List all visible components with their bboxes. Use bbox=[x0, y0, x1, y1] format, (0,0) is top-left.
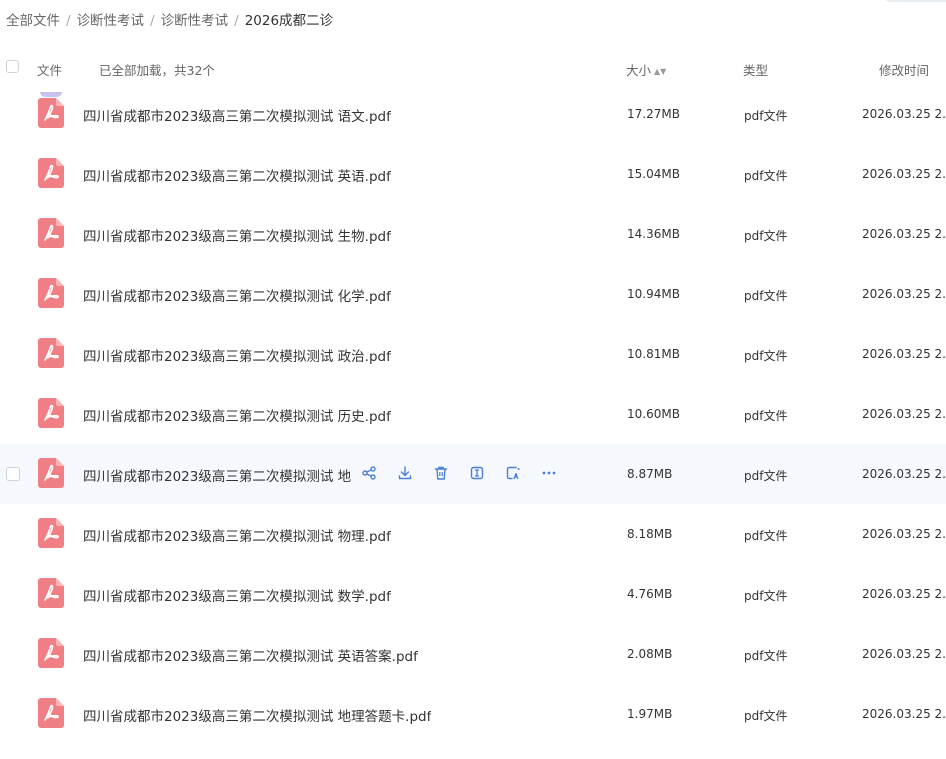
file-row[interactable]: 四川省成都市2023级高三第二次模拟测试 数学.pdf 4.76MB pdf文件 20… bbox=[0, 564, 946, 624]
file-row[interactable]: 四川省成都市2023级高三第二次模拟测试 历史.pdf 10.60MB pdf文件 2… bbox=[0, 384, 946, 444]
pdf-file-icon[interactable] bbox=[38, 638, 64, 668]
modified-column-header[interactable]: 修改时间 bbox=[879, 60, 929, 79]
pdf-file-icon[interactable] bbox=[38, 278, 64, 308]
file-name[interactable]: 四川省成都市2023级高三第二次模拟测试 数学.pdf bbox=[83, 585, 391, 605]
pdf-file-icon[interactable] bbox=[38, 578, 64, 608]
file-size: 15.04MB bbox=[627, 167, 680, 181]
file-type: pdf文件 bbox=[744, 529, 788, 543]
file-row[interactable]: 四川省成都市2023级高三第二次模拟测试 语文.pdf 17.27MB pdf文件 2… bbox=[0, 84, 946, 144]
file-row[interactable]: 四川省成都市2023级高三第二次模拟测试 地 8.87MB pdf文件 2026.03… bbox=[0, 444, 946, 504]
open-icon bbox=[469, 465, 485, 481]
ai-assistant-button[interactable] bbox=[502, 462, 524, 484]
file-type: pdf文件 bbox=[744, 229, 788, 243]
file-type: pdf文件 bbox=[744, 589, 788, 603]
breadcrumb-diagnostic-exam[interactable]: 诊断性考试 bbox=[77, 13, 145, 29]
file-name[interactable]: 四川省成都市2023级高三第二次模拟测试 化学.pdf bbox=[83, 285, 391, 305]
delete-button[interactable] bbox=[430, 462, 452, 484]
file-modified-time: 2026.03.25 2... bbox=[862, 347, 946, 361]
file-row[interactable]: 四川省成都市2023级高三第二次模拟测试 化学.pdf 10.94MB pdf文件 2… bbox=[0, 264, 946, 324]
file-size: 14.36MB bbox=[627, 227, 680, 241]
file-row[interactable]: 四川省成都市2023级高三第二次模拟测试 生物.pdf 14.36MB pdf文件 2… bbox=[0, 204, 946, 264]
file-row[interactable]: 四川省成都市2023级高三第二次模拟测试 地理答题卡.pdf 1.97MB pdf文… bbox=[0, 684, 946, 744]
loaded-status: 已全部加载，共32个 bbox=[99, 63, 215, 78]
list-header: 文件 已全部加载，共32个 大小 ▲▼ 类型 修改时间 bbox=[0, 48, 946, 86]
breadcrumb-diagnostic-exam-sub[interactable]: 诊断性考试 bbox=[161, 13, 229, 29]
file-type: pdf文件 bbox=[744, 289, 788, 303]
file-name[interactable]: 四川省成都市2023级高三第二次模拟测试 政治.pdf bbox=[83, 345, 391, 365]
pdf-file-icon[interactable] bbox=[38, 158, 64, 188]
ai-icon bbox=[505, 465, 521, 481]
pdf-file-icon[interactable] bbox=[38, 518, 64, 548]
file-type: pdf文件 bbox=[744, 409, 788, 423]
file-type: pdf文件 bbox=[744, 649, 788, 663]
file-modified-time: 2026.03.25 2... bbox=[862, 647, 946, 661]
file-row[interactable]: 四川省成都市2023级高三第二次模拟测试 政治.pdf 10.81MB pdf文件 2… bbox=[0, 324, 946, 384]
file-row[interactable]: 四川省成都市2023级高三第二次模拟测试 物理.pdf 8.18MB pdf文件 20… bbox=[0, 504, 946, 564]
file-modified-time: 2026.03.25 2... bbox=[862, 407, 946, 421]
pdf-file-icon[interactable] bbox=[38, 398, 64, 428]
file-modified-time: 2026.03.25 2... bbox=[862, 107, 946, 121]
open-button[interactable] bbox=[466, 462, 488, 484]
file-name[interactable]: 四川省成都市2023级高三第二次模拟测试 英语.pdf bbox=[83, 165, 391, 185]
file-size: 10.94MB bbox=[627, 287, 680, 301]
file-row[interactable]: 四川省成都市2023级高三第二次模拟测试 英语答案.pdf 2.08MB pdf文件… bbox=[0, 624, 946, 684]
file-type: pdf文件 bbox=[744, 709, 788, 723]
pdf-file-icon[interactable] bbox=[38, 338, 64, 368]
file-size: 2.08MB bbox=[627, 647, 673, 661]
more-icon bbox=[541, 465, 557, 481]
file-name[interactable]: 四川省成都市2023级高三第二次模拟测试 历史.pdf bbox=[83, 405, 391, 425]
breadcrumb-separator: / bbox=[66, 13, 71, 29]
pdf-file-icon[interactable] bbox=[38, 218, 64, 248]
file-modified-time: 2026.03.25 2... bbox=[862, 227, 946, 241]
file-modified-time: 2026.03.25 2... bbox=[862, 287, 946, 301]
download-button[interactable] bbox=[394, 462, 416, 484]
file-name[interactable]: 四川省成都市2023级高三第二次模拟测试 地理答题卡.pdf bbox=[83, 705, 431, 725]
row-checkbox[interactable] bbox=[6, 467, 20, 481]
file-row[interactable]: 四川省成都市2023级高三第二次模拟测试 英语.pdf 15.04MB pdf文件 2… bbox=[0, 144, 946, 204]
sort-icon[interactable]: ▲▼ bbox=[654, 67, 666, 76]
size-column-header[interactable]: 大小 ▲▼ bbox=[626, 60, 666, 79]
file-size: 8.18MB bbox=[627, 527, 673, 541]
share-icon bbox=[361, 465, 377, 481]
file-size: 8.87MB bbox=[627, 467, 673, 481]
pdf-file-icon[interactable] bbox=[38, 98, 64, 128]
file-column-header[interactable]: 文件 bbox=[37, 60, 62, 79]
more-button[interactable] bbox=[538, 462, 560, 484]
share-button[interactable] bbox=[358, 462, 380, 484]
file-type: pdf文件 bbox=[744, 469, 788, 483]
file-size: 10.81MB bbox=[627, 347, 680, 361]
file-list: 四川省成都市2023级高三第二次模拟测试 语文.pdf 17.27MB pdf文件 2… bbox=[0, 84, 946, 744]
pdf-file-icon[interactable] bbox=[38, 698, 64, 728]
delete-icon bbox=[433, 465, 449, 481]
breadcrumb-all-files[interactable]: 全部文件 bbox=[6, 13, 60, 29]
file-name[interactable]: 四川省成都市2023级高三第二次模拟测试 语文.pdf bbox=[83, 105, 391, 125]
file-type: pdf文件 bbox=[744, 349, 788, 363]
file-modified-time: 2026.03.25 2... bbox=[862, 707, 946, 721]
breadcrumb-current-folder: 2026成都二诊 bbox=[244, 13, 334, 29]
type-column-header[interactable]: 类型 bbox=[743, 60, 768, 79]
file-name[interactable]: 四川省成都市2023级高三第二次模拟测试 英语答案.pdf bbox=[83, 645, 418, 665]
select-all-checkbox[interactable] bbox=[6, 60, 19, 73]
breadcrumb-separator: / bbox=[150, 13, 155, 29]
file-type: pdf文件 bbox=[744, 169, 788, 183]
file-name[interactable]: 四川省成都市2023级高三第二次模拟测试 生物.pdf bbox=[83, 225, 391, 245]
file-modified-time: 2026.03.25 2... bbox=[862, 467, 946, 481]
size-column-label: 大小 bbox=[626, 63, 652, 78]
file-name[interactable]: 四川省成都市2023级高三第二次模拟测试 地 bbox=[83, 465, 355, 485]
pdf-file-icon[interactable] bbox=[38, 458, 64, 488]
file-type: pdf文件 bbox=[744, 109, 788, 123]
breadcrumb: 全部文件 / 诊断性考试 / 诊断性考试 / 2026成都二诊 bbox=[6, 9, 333, 29]
download-icon bbox=[397, 465, 413, 481]
breadcrumb-separator: / bbox=[234, 13, 239, 29]
file-modified-time: 2026.03.25 2... bbox=[862, 527, 946, 541]
file-modified-time: 2026.03.25 2... bbox=[862, 587, 946, 601]
file-size: 4.76MB bbox=[627, 587, 673, 601]
top-right-button[interactable] bbox=[884, 0, 946, 2]
file-modified-time: 2026.03.25 2... bbox=[862, 167, 946, 181]
file-size: 1.97MB bbox=[627, 707, 673, 721]
file-name[interactable]: 四川省成都市2023级高三第二次模拟测试 物理.pdf bbox=[83, 525, 391, 545]
file-size: 10.60MB bbox=[627, 407, 680, 421]
file-size: 17.27MB bbox=[627, 107, 680, 121]
